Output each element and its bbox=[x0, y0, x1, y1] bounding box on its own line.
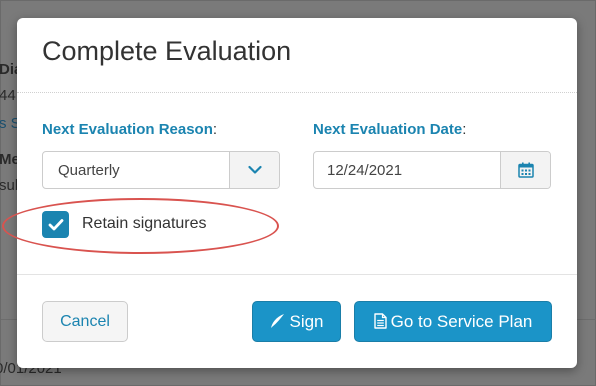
date-picker-button[interactable] bbox=[500, 152, 550, 188]
complete-evaluation-dialog: Complete Evaluation Next Evaluation Reas… bbox=[2, 18, 577, 368]
document-icon bbox=[373, 313, 387, 329]
sign-button-label: Sign bbox=[289, 312, 324, 331]
reason-label-colon: : bbox=[212, 121, 218, 138]
reason-select-toggle[interactable] bbox=[229, 152, 279, 188]
sign-button[interactable]: Sign bbox=[252, 301, 341, 342]
cancel-button[interactable]: Cancel bbox=[42, 301, 128, 342]
reason-select-value: Quarterly bbox=[58, 162, 120, 179]
date-input-value: 12/24/2021 bbox=[327, 162, 403, 179]
pen-icon bbox=[271, 314, 285, 328]
header-divider bbox=[17, 92, 577, 93]
reason-select[interactable]: Quarterly bbox=[42, 151, 280, 189]
footer-divider bbox=[17, 274, 577, 275]
background-text: sul bbox=[0, 177, 19, 194]
date-input[interactable]: 12/24/2021 bbox=[313, 151, 551, 189]
reason-label-text: Next Evaluation Reason bbox=[42, 121, 213, 138]
check-icon bbox=[48, 218, 63, 230]
date-label-text: Next Evaluation Date bbox=[313, 121, 463, 138]
date-label: Next Evaluation Date: bbox=[313, 121, 466, 138]
reason-label: Next Evaluation Reason: bbox=[42, 121, 217, 138]
chevron-down-icon bbox=[247, 165, 262, 174]
retain-signatures-checkbox[interactable] bbox=[42, 211, 69, 238]
background-text: 44 bbox=[0, 87, 16, 104]
service-plan-button-label: Go to Service Plan bbox=[390, 312, 533, 331]
date-label-colon: : bbox=[462, 121, 467, 138]
dialog-title: Complete Evaluation bbox=[42, 36, 292, 66]
calendar-icon bbox=[517, 162, 534, 178]
cancel-button-label: Cancel bbox=[60, 313, 110, 330]
retain-signatures-label[interactable]: Retain signatures bbox=[82, 215, 207, 233]
go-to-service-plan-button[interactable]: Go to Service Plan bbox=[354, 301, 552, 342]
